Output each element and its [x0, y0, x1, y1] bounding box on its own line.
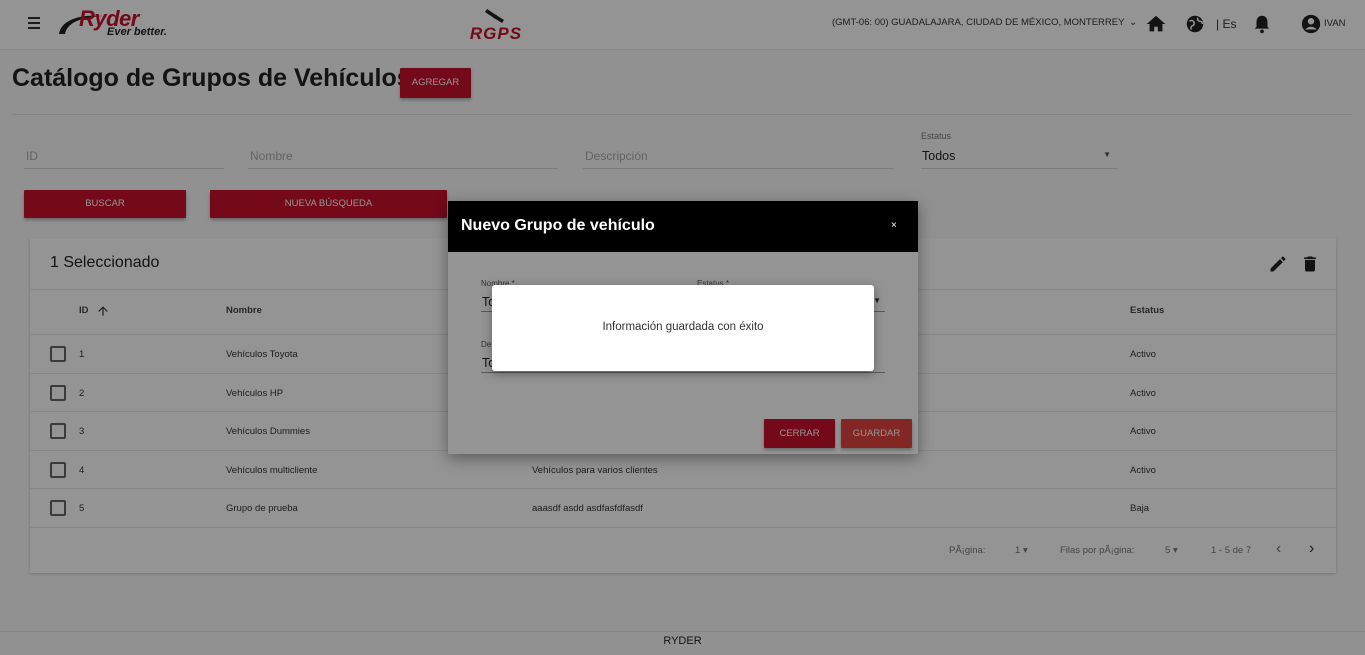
dialog-header: Nuevo Grupo de vehículo ×: [448, 201, 918, 252]
success-message-dialog: Información guardada con éxito: [492, 285, 874, 371]
close-icon[interactable]: ×: [891, 220, 897, 231]
dialog-title: Nuevo Grupo de vehículo: [461, 217, 655, 234]
success-message: Información guardada con éxito: [602, 321, 764, 333]
